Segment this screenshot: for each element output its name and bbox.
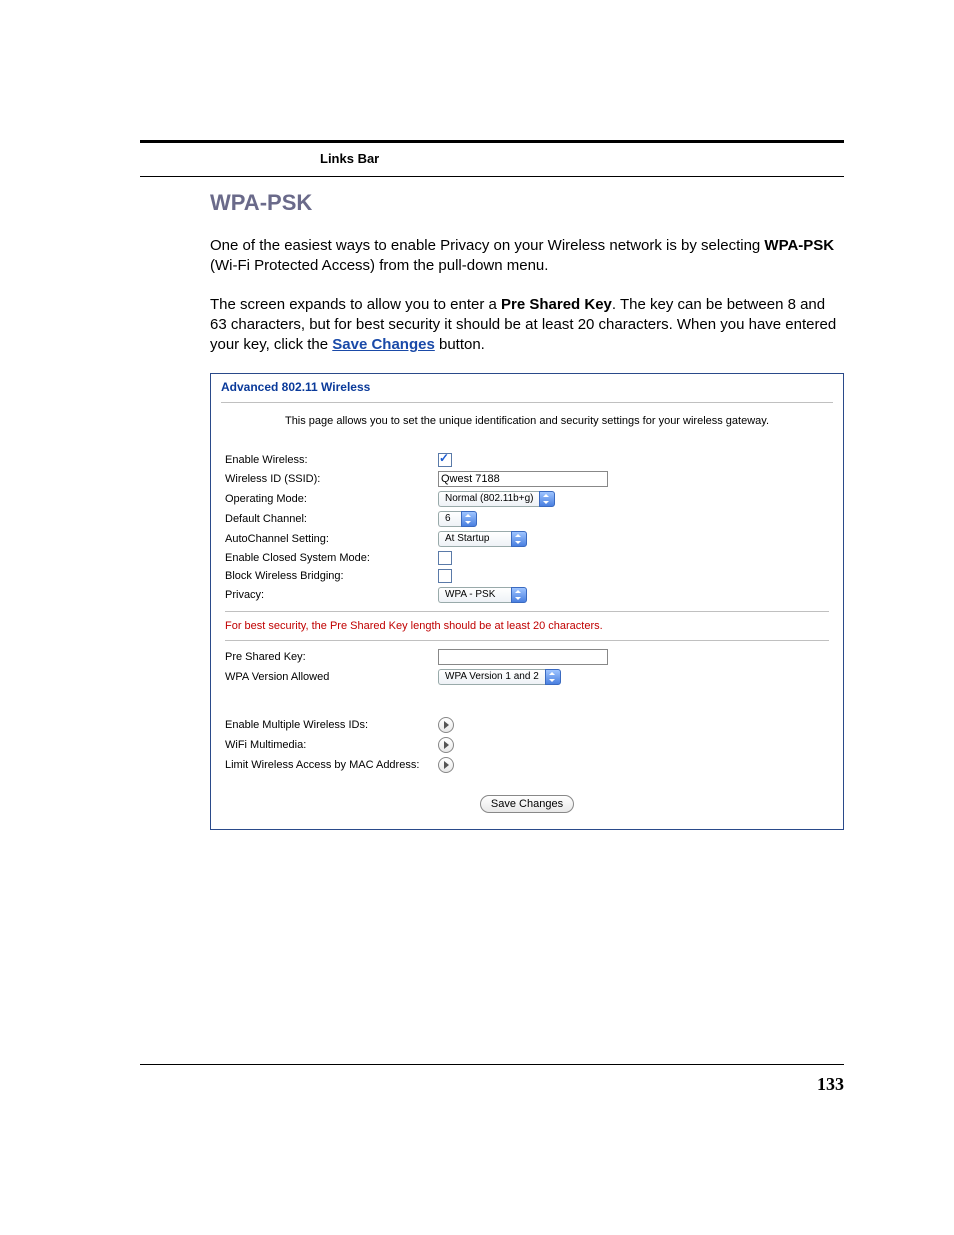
operating-mode-value: Normal (802.11b+g) [438, 491, 539, 507]
dropdown-icon [545, 669, 561, 685]
save-changes-link[interactable]: Save Changes [332, 336, 435, 353]
embedded-router-ui: Advanced 802.11 Wireless This page allow… [210, 373, 844, 830]
dropdown-icon [461, 511, 477, 527]
wpa-version-label: WPA Version Allowed [221, 667, 434, 687]
p1-bold: WPA-PSK [764, 237, 834, 254]
privacy-label: Privacy: [221, 585, 434, 605]
closed-system-checkbox[interactable] [438, 551, 452, 565]
header-rule-thin [140, 176, 844, 177]
expand-arrow-icon[interactable] [438, 757, 454, 773]
ui-title-rule [221, 402, 833, 403]
header-rule-thick [140, 140, 844, 143]
p1-text-c: (Wi-Fi Protected Access) from the pull-d… [210, 257, 548, 274]
autochannel-label: AutoChannel Setting: [221, 529, 434, 549]
intro-paragraph-2: The screen expands to allow you to enter… [210, 295, 844, 356]
default-channel-value: 6 [438, 511, 461, 527]
wmm-label: WiFi Multimedia: [221, 735, 434, 755]
operating-mode-select[interactable]: Normal (802.11b+g) [438, 491, 555, 507]
intro-paragraph-1: One of the easiest ways to enable Privac… [210, 236, 844, 277]
block-bridging-checkbox[interactable] [438, 569, 452, 583]
dropdown-icon [511, 587, 527, 603]
psk-input[interactable] [438, 649, 608, 665]
links-bar-label: Links Bar [320, 151, 844, 166]
ssid-input[interactable] [438, 471, 608, 487]
enable-wireless-checkbox[interactable] [438, 453, 452, 467]
multi-ids-label: Enable Multiple Wireless IDs: [221, 715, 434, 735]
ui-panel-title: Advanced 802.11 Wireless [221, 380, 833, 394]
section-heading: WPA-PSK [210, 190, 844, 216]
p2-text-a: The screen expands to allow you to enter… [210, 296, 501, 313]
p1-text-a: One of the easiest ways to enable Privac… [210, 237, 764, 254]
psk-warning-text: For best security, the Pre Shared Key le… [221, 618, 833, 634]
expand-arrow-icon[interactable] [438, 717, 454, 733]
default-channel-label: Default Channel: [221, 509, 434, 529]
form-divider [225, 640, 829, 641]
block-bridging-label: Block Wireless Bridging: [221, 567, 434, 585]
ssid-label: Wireless ID (SSID): [221, 469, 434, 489]
wpa-version-select[interactable]: WPA Version 1 and 2 [438, 669, 561, 685]
closed-system-label: Enable Closed System Mode: [221, 549, 434, 567]
dropdown-icon [539, 491, 555, 507]
autochannel-value: At Startup [438, 531, 511, 547]
operating-mode-label: Operating Mode: [221, 489, 434, 509]
enable-wireless-label: Enable Wireless: [221, 451, 434, 469]
dropdown-icon [511, 531, 527, 547]
privacy-select[interactable]: WPA - PSK [438, 587, 527, 603]
psk-label: Pre Shared Key: [221, 647, 434, 667]
form-divider [225, 611, 829, 612]
mac-limit-label: Limit Wireless Access by MAC Address: [221, 755, 434, 775]
save-changes-button[interactable]: Save Changes [480, 795, 574, 813]
privacy-value: WPA - PSK [438, 587, 511, 603]
ui-intro-text: This page allows you to set the unique i… [221, 415, 833, 427]
default-channel-select[interactable]: 6 [438, 511, 477, 527]
page-number: 133 [817, 1074, 844, 1095]
autochannel-select[interactable]: At Startup [438, 531, 527, 547]
p2-bold: Pre Shared Key [501, 296, 612, 313]
expand-arrow-icon[interactable] [438, 737, 454, 753]
footer-rule [140, 1064, 844, 1065]
wpa-version-value: WPA Version 1 and 2 [438, 669, 545, 685]
p2-text-d: button. [435, 336, 485, 353]
